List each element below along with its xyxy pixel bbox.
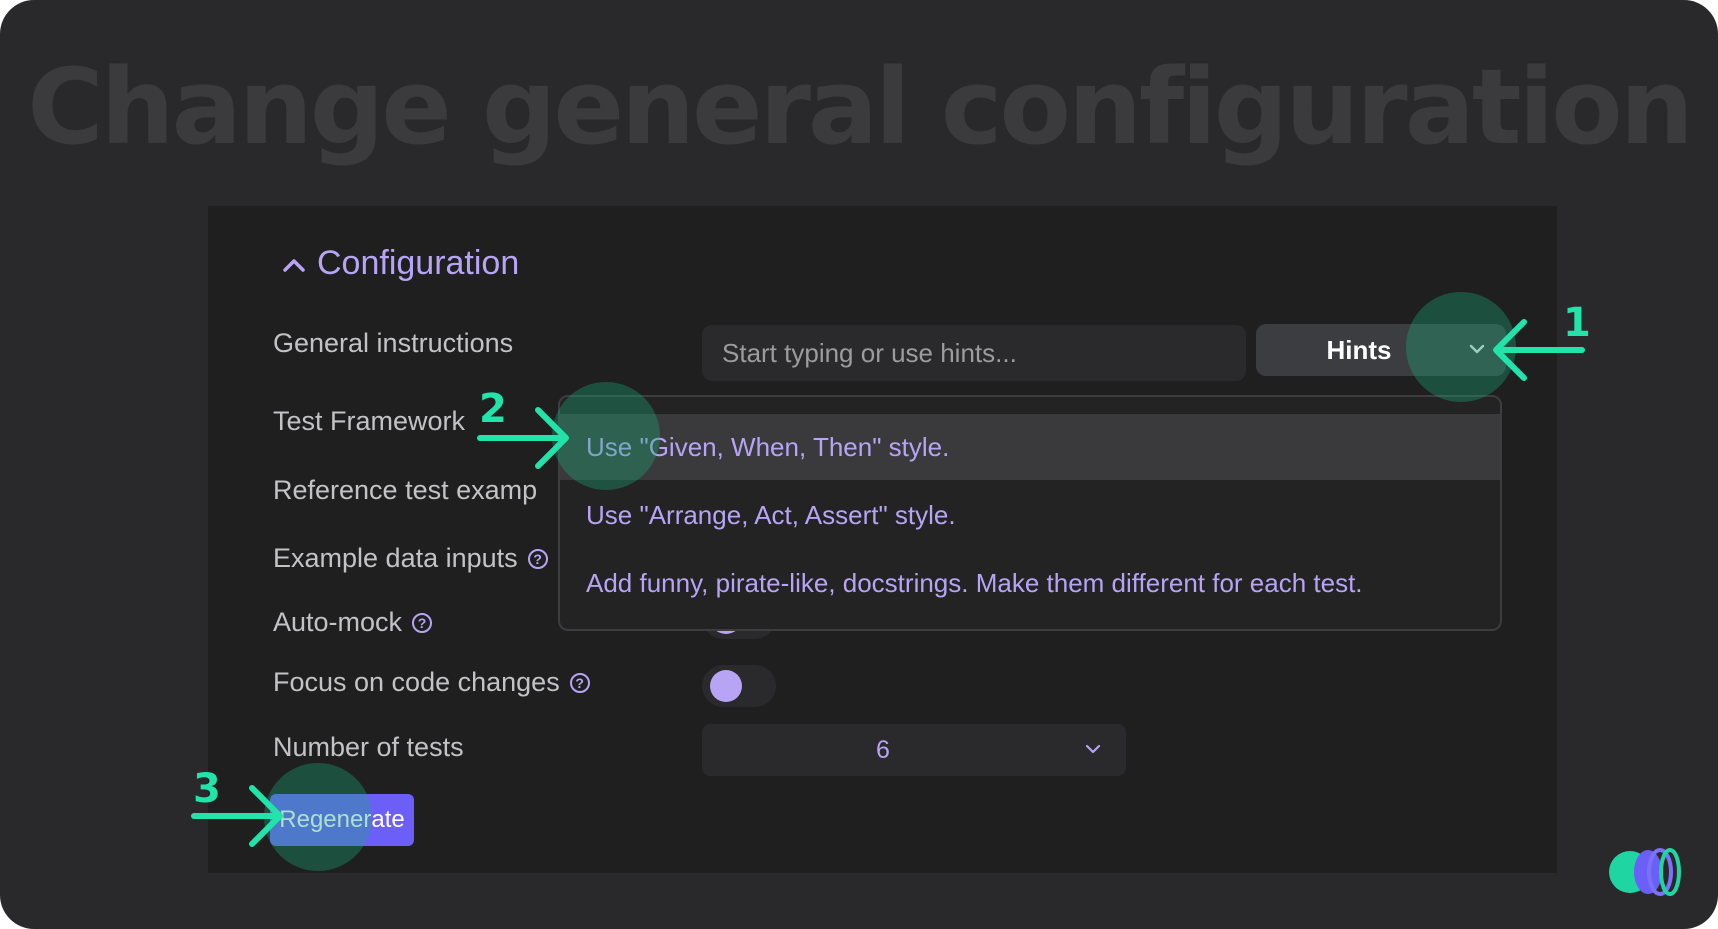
focus-toggle-knob [710,670,742,702]
chevron-up-icon [283,258,305,272]
test-framework-label: Test Framework [273,406,465,437]
auto-mock-help-icon[interactable]: ? [412,612,433,633]
focus-on-code-changes-help-icon[interactable]: ? [569,672,590,693]
configuration-section-toggle[interactable]: Configuration [281,244,519,283]
hint-option-pirate-docstrings[interactable]: Add funny, pirate-like, docstrings. Make… [560,550,1500,616]
number-of-tests-select[interactable]: 6 [702,724,1126,776]
general-instructions-text: General instructions [273,328,514,358]
example-data-inputs-text: Example data inputs [273,543,518,573]
page-title: Change general configuration [27,46,1693,168]
hint-option-arrange-act-assert[interactable]: Use "Arrange, Act, Assert" style. [560,482,1500,548]
number-of-tests-label: Number of tests [273,732,464,763]
hint-option-given-when-then[interactable]: Use "Given, When, Then" style. [560,414,1500,480]
reference-test-example-text: Reference test examp [273,475,538,505]
test-framework-text: Test Framework [273,406,466,436]
section-title: Configuration [317,244,520,282]
configuration-panel: Configuration General instructions Test … [208,206,1557,873]
general-instructions-label: General instructions [273,328,513,359]
arrow-right-icon [191,785,283,847]
chevron-down-icon [1085,744,1101,754]
number-of-tests-value: 6 [876,736,890,764]
tutorial-frame: Change general configuration Configurati… [0,0,1718,929]
focus-on-code-changes-toggle[interactable] [702,665,776,707]
focus-on-code-changes-text: Focus on code changes [273,667,560,697]
general-instructions-placeholder: Start typing or use hints... [722,337,1017,368]
brand-logo-icon [1609,848,1681,896]
auto-mock-text: Auto-mock [273,607,403,637]
focus-on-code-changes-label: Focus on code changes ? [273,667,590,698]
example-data-inputs-help-icon[interactable]: ? [527,548,548,569]
example-data-inputs-label: Example data inputs ? [273,543,548,574]
arrow-left-icon [1493,319,1585,381]
hints-dropdown-menu: Use "Given, When, Then" style. Use "Arra… [558,395,1502,631]
arrow-right-icon [477,407,569,469]
general-instructions-input[interactable]: Start typing or use hints... [702,325,1246,381]
auto-mock-label: Auto-mock ? [273,607,433,638]
number-of-tests-text: Number of tests [273,732,464,762]
reference-test-example-label: Reference test examp [273,475,537,506]
